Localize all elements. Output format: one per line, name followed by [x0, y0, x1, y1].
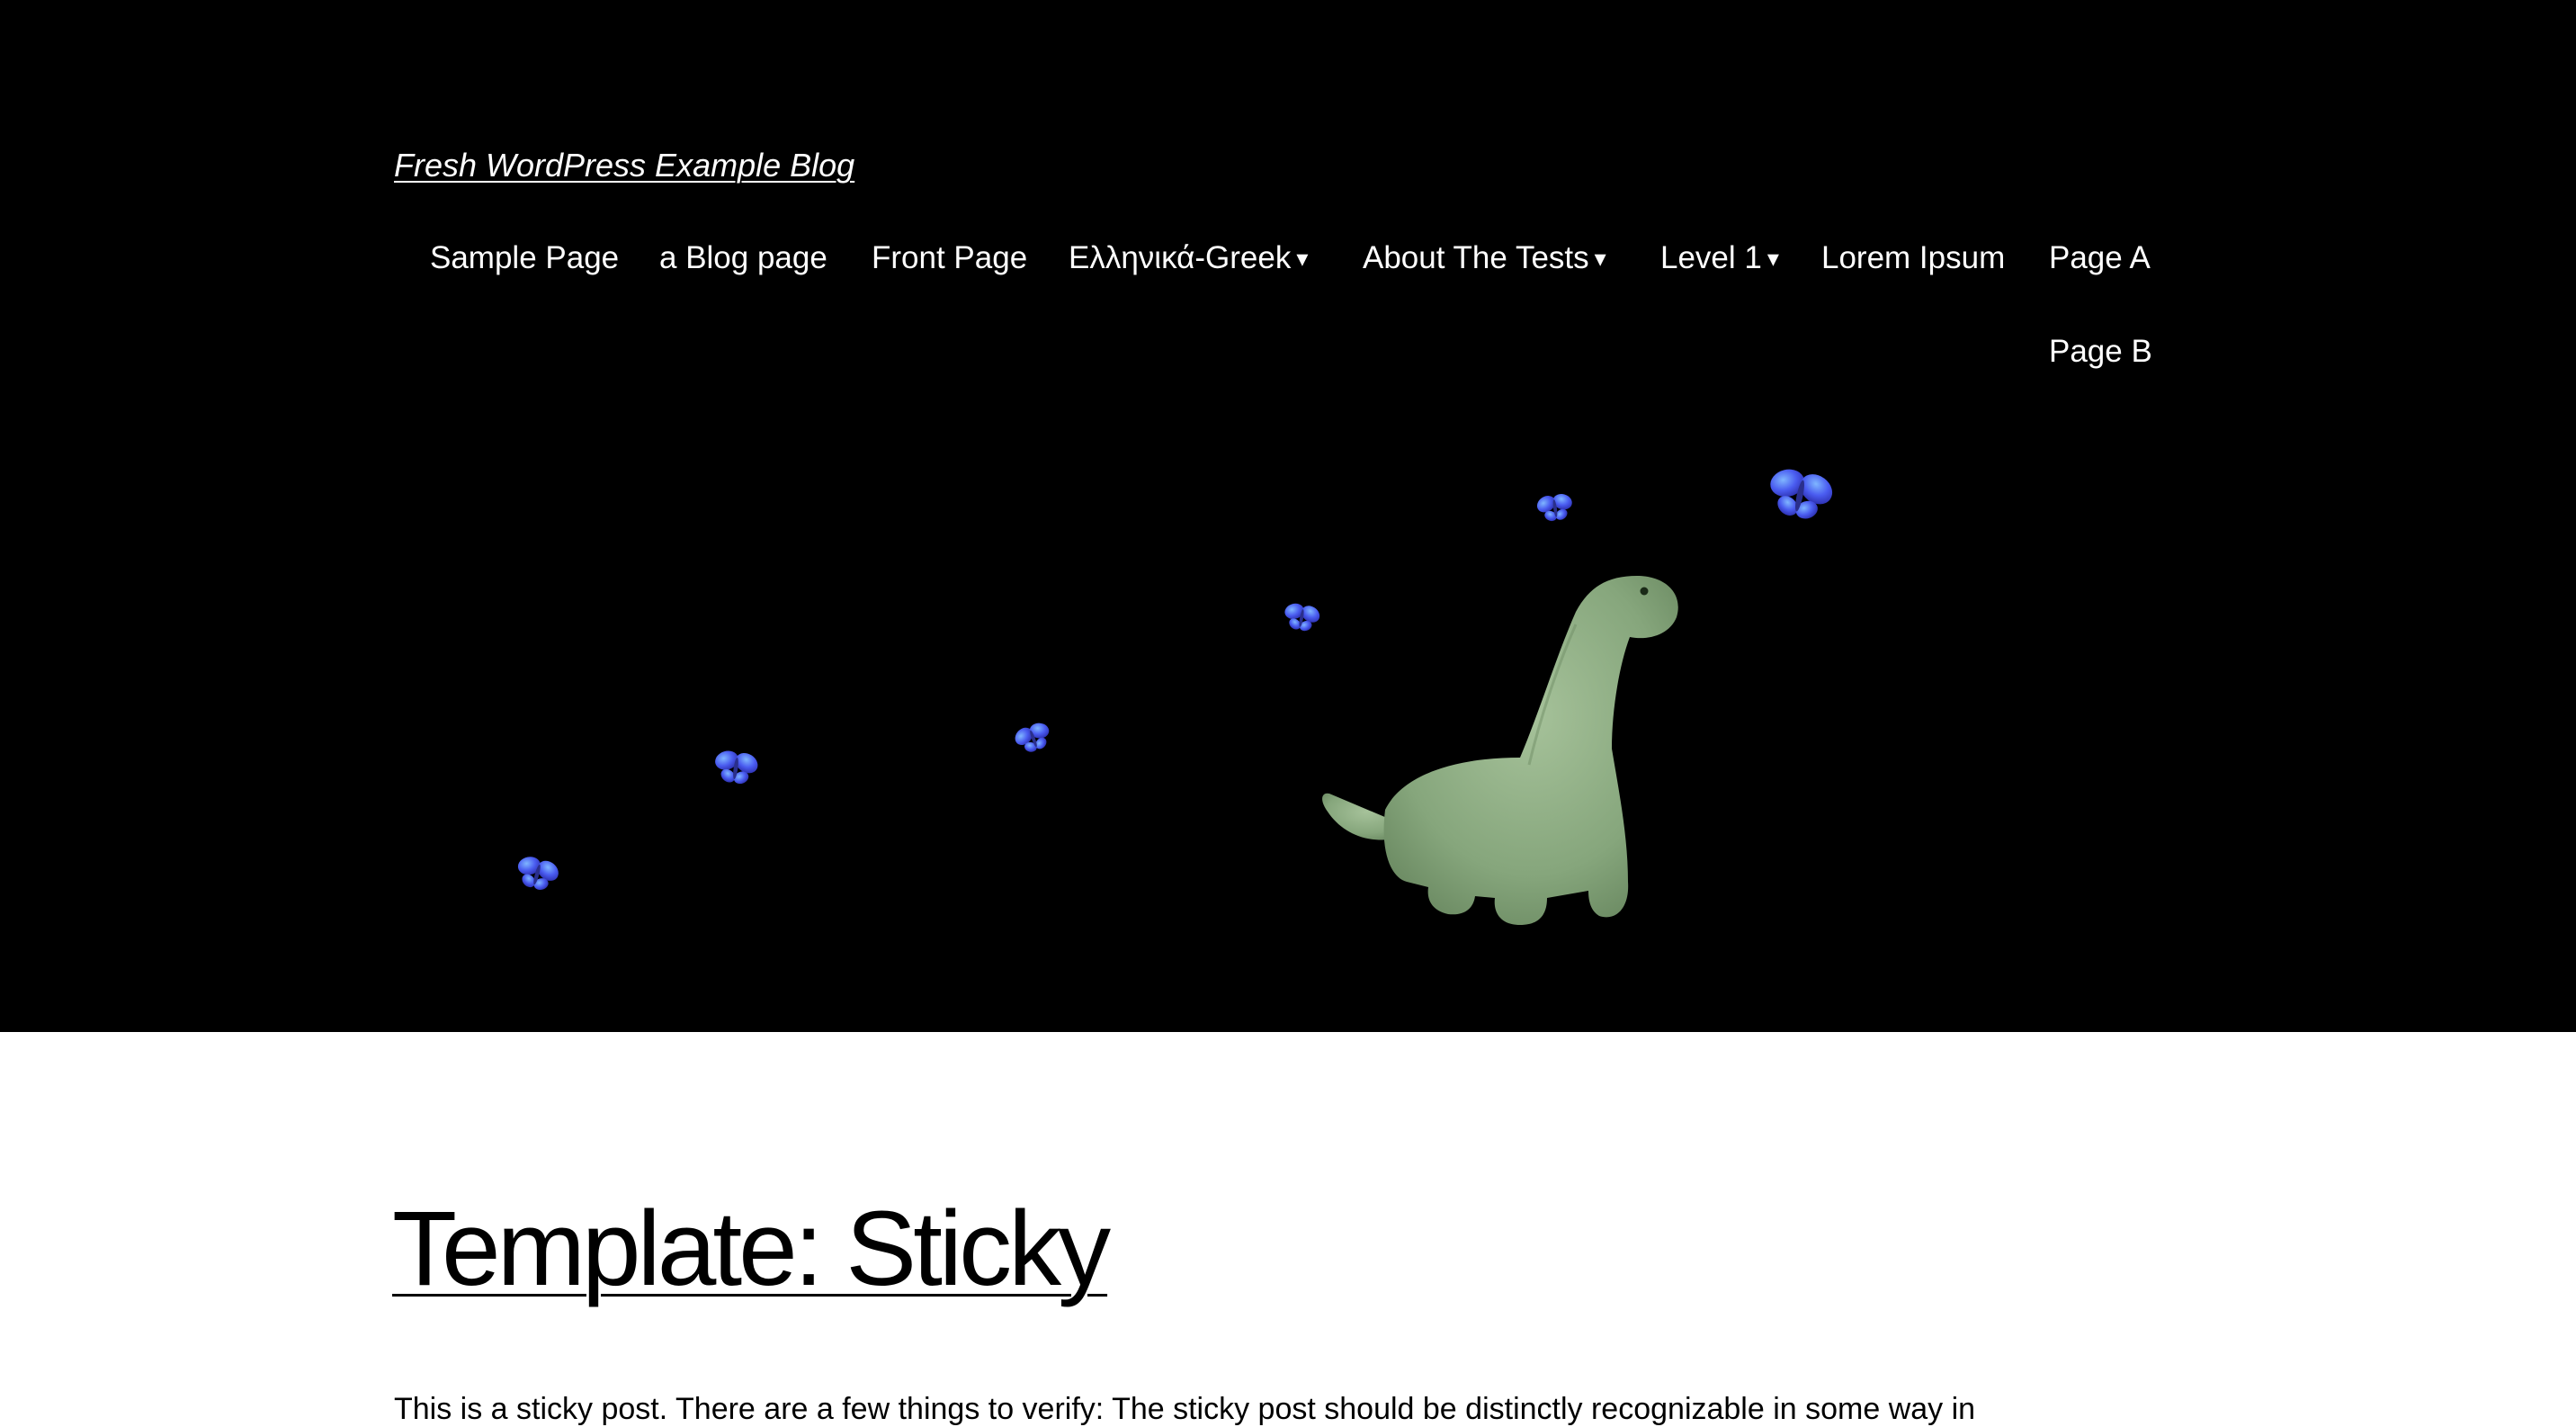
butterfly-icon	[709, 745, 764, 789]
hero-illustration	[509, 459, 1842, 925]
butterfly-icon	[1279, 598, 1325, 636]
butterfly-icon	[1758, 459, 1842, 528]
butterfly-icon	[509, 849, 566, 897]
butterfly-icon	[1008, 716, 1058, 759]
post-excerpt: This is a sticky post. There are a few t…	[394, 1392, 1976, 1426]
dinosaur-illustration	[1322, 576, 1678, 925]
main-content	[0, 1032, 2576, 1427]
site-header: Fresh WordPress Example Blog Sample Page…	[0, 0, 2576, 1032]
post-title-link[interactable]: Template: Sticky	[392, 1190, 1111, 1307]
butterfly-icon	[1533, 489, 1578, 525]
